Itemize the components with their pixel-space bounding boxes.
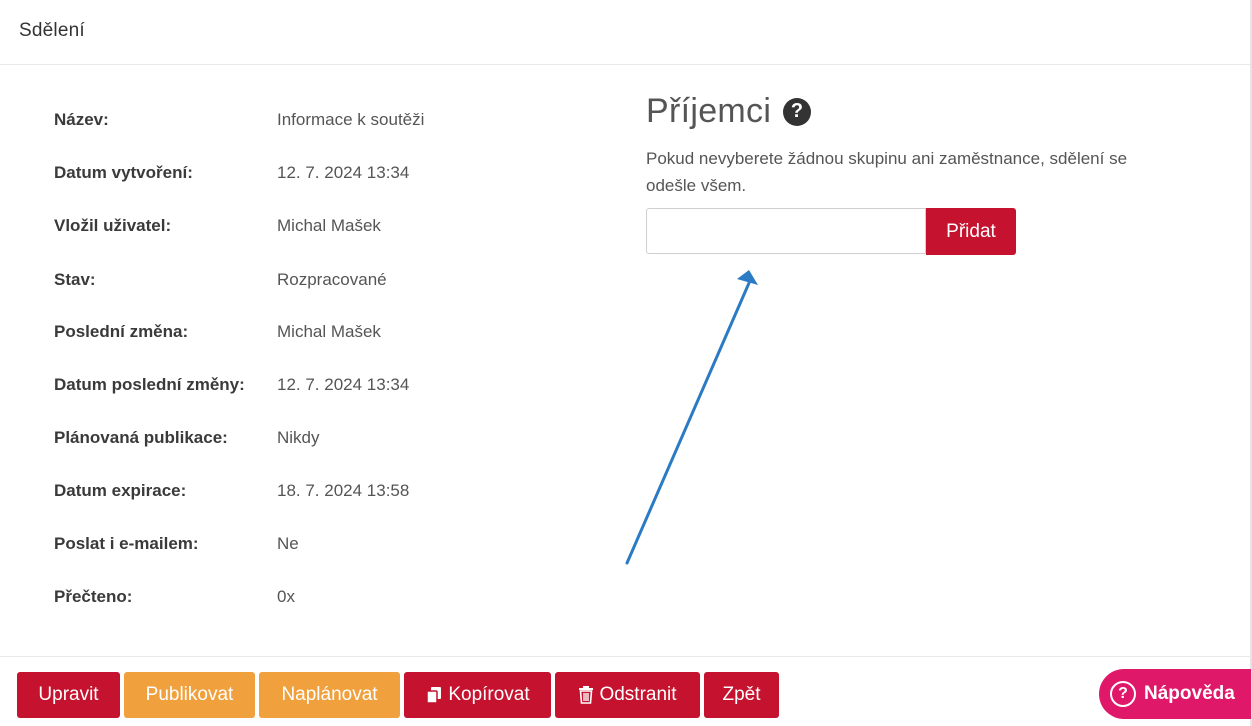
detail-label: Plánovaná publikace: <box>54 428 228 447</box>
detail-row-status: Stav: Rozpracované <box>54 266 594 294</box>
help-button[interactable]: ? Nápověda <box>1099 669 1251 719</box>
detail-label: Přečteno: <box>54 587 133 606</box>
delete-button[interactable]: Odstranit <box>555 672 700 718</box>
detail-value: 18. 7. 2024 13:58 <box>277 481 410 500</box>
detail-label: Poslední změna: <box>54 322 189 341</box>
detail-row-email: Poslat i e-mailem: Ne <box>54 530 594 558</box>
detail-value: 0x <box>277 587 295 606</box>
trash-icon <box>578 686 594 704</box>
detail-value: 12. 7. 2024 13:34 <box>277 375 410 394</box>
recipient-input[interactable] <box>646 208 926 254</box>
publish-button-label: Publikovat <box>145 684 234 705</box>
back-button-label: Zpět <box>722 684 761 705</box>
edit-button-label: Upravit <box>38 684 99 705</box>
detail-label: Datum vytvoření: <box>54 163 193 182</box>
detail-row-last-change-date: Datum poslední změny: 12. 7. 2024 13:34 <box>54 371 594 399</box>
copy-button[interactable]: Kopírovat <box>404 672 551 718</box>
question-circle-icon[interactable]: ? <box>783 97 812 126</box>
page-header: Sdělení <box>0 0 1252 65</box>
recipients-title: Příjemci <box>646 92 772 130</box>
detail-value: Michal Mašek <box>277 216 381 235</box>
detail-label: Název: <box>54 110 109 129</box>
detail-value: Rozpracované <box>277 270 387 289</box>
add-recipient-button[interactable]: Přidat <box>926 208 1016 255</box>
detail-row-last-change: Poslední změna: Michal Mašek <box>54 318 594 346</box>
recipients-note: Pokud nevyberete žádnou skupinu ani zamě… <box>646 149 1128 195</box>
detail-value: Michal Mašek <box>277 322 381 341</box>
schedule-button[interactable]: Naplánovat <box>259 672 400 718</box>
recipients-heading: Příjemci ? <box>646 92 1166 131</box>
help-button-label: Nápověda <box>1144 683 1235 704</box>
copy-icon <box>425 686 443 704</box>
copy-button-label: Kopírovat <box>448 684 530 705</box>
recipients-panel: Příjemci ? Pokud nevyberete žádnou skupi… <box>646 92 1166 199</box>
detail-label: Datum poslední změny: <box>54 375 245 394</box>
detail-label: Stav: <box>54 270 96 289</box>
detail-value: 12. 7. 2024 13:34 <box>277 163 410 182</box>
delete-button-label: Odstranit <box>599 684 677 705</box>
action-toolbar: Upravit Publikovat Naplánovat Kopírovat <box>0 656 1252 726</box>
detail-row-author: Vložil uživatel: Michal Mašek <box>54 212 594 240</box>
detail-row-expiration: Datum expirace: 18. 7. 2024 13:58 <box>54 477 594 505</box>
schedule-button-label: Naplánovat <box>281 684 378 705</box>
detail-value: Ne <box>277 534 299 553</box>
edit-button[interactable]: Upravit <box>17 672 120 718</box>
publish-button[interactable]: Publikovat <box>124 672 255 718</box>
detail-row-name: Název: Informace k soutěži <box>54 106 594 134</box>
detail-row-read: Přečteno: 0x <box>54 583 594 611</box>
detail-row-created: Datum vytvoření: 12. 7. 2024 13:34 <box>54 159 594 187</box>
detail-value: Nikdy <box>277 428 320 447</box>
detail-label: Poslat i e-mailem: <box>54 534 199 553</box>
question-circle-icon: ? <box>1110 681 1136 707</box>
back-button[interactable]: Zpět <box>704 672 779 718</box>
detail-label: Vložil uživatel: <box>54 216 172 235</box>
add-recipient-row: Přidat <box>646 208 1016 255</box>
detail-value: Informace k soutěži <box>277 110 425 129</box>
detail-row-planned-publication: Plánovaná publikace: Nikdy <box>54 424 594 452</box>
page-title: Sdělení <box>19 20 85 41</box>
detail-label: Datum expirace: <box>54 481 187 500</box>
